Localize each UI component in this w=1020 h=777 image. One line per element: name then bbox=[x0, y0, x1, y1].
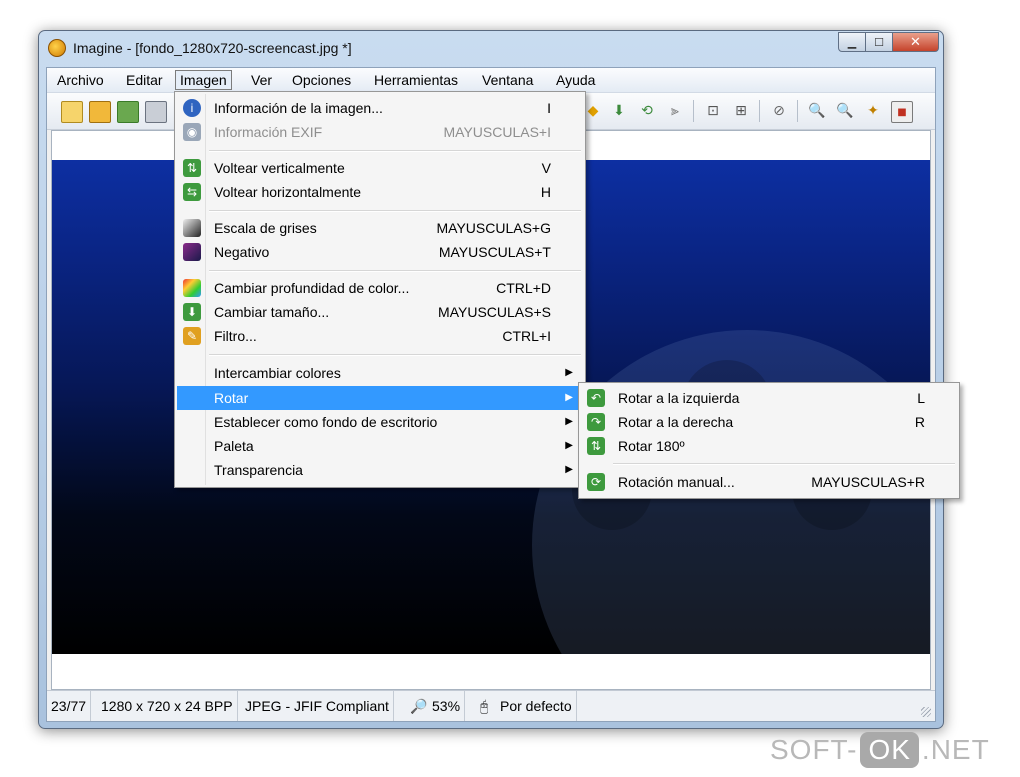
menu-herramientas[interactable]: Herramientas bbox=[370, 70, 462, 90]
zoom-window-icon[interactable]: ⊡ bbox=[703, 101, 723, 121]
menu-item-color-depth[interactable]: Cambiar profundidad de color... CTRL+D bbox=[177, 276, 583, 300]
menu-ver[interactable]: Ver bbox=[247, 70, 276, 90]
flip-horizontal-icon: ⇆ bbox=[183, 183, 201, 201]
open-folder-icon[interactable] bbox=[89, 101, 111, 123]
rotate-right-icon: ↷ bbox=[587, 413, 605, 431]
menu-item-filter[interactable]: ✎ Filtro... CTRL+I bbox=[177, 324, 583, 348]
toolbar-separator bbox=[693, 100, 694, 122]
flip-vertical-icon: ⇅ bbox=[183, 159, 201, 177]
rotate-180-icon: ⇅ bbox=[587, 437, 605, 455]
menu-item-rotate[interactable]: Rotar ▶ bbox=[177, 386, 583, 410]
resize-icon: ⬇ bbox=[183, 303, 201, 321]
camera-icon: ◉ bbox=[183, 123, 201, 141]
menu-item-set-wallpaper[interactable]: Establecer como fondo de escritorio ▶ bbox=[177, 410, 583, 434]
submenu-arrow-icon: ▶ bbox=[565, 367, 573, 378]
status-zoom-value: 53% bbox=[432, 698, 461, 714]
zoom-out-icon[interactable]: 🔍 bbox=[835, 101, 855, 121]
menu-item-flip-horizontal[interactable]: ⇆ Voltear horizontalmente H bbox=[177, 180, 583, 204]
menu-separator bbox=[209, 150, 581, 152]
magnifier-icon: 🔎 bbox=[410, 698, 428, 714]
status-bar: 23/77 1280 x 720 x 24 BPP JPEG - JFIF Co… bbox=[47, 690, 935, 721]
menu-bar: Archivo Editar Imagen Ver Opciones Herra… bbox=[47, 68, 935, 93]
watermark: SOFT- OK .NET bbox=[770, 730, 990, 770]
status-position: 23/77 bbox=[47, 691, 92, 721]
filter-icon: ✎ bbox=[183, 327, 201, 345]
menu-item-transparency[interactable]: Transparencia ▶ bbox=[177, 458, 583, 482]
filter-icon[interactable]: ⫸ bbox=[665, 101, 685, 121]
menu-separator bbox=[613, 463, 955, 465]
window-title: Imagine - [fondo_1280x720-screencast.jpg… bbox=[73, 40, 352, 56]
negative-icon bbox=[183, 243, 201, 261]
submenu-arrow-icon: ▶ bbox=[565, 464, 573, 475]
app-icon bbox=[48, 39, 66, 57]
status-mode: 🖰 Por defecto bbox=[470, 691, 577, 721]
grayscale-icon bbox=[183, 219, 201, 237]
menu-ayuda[interactable]: Ayuda bbox=[552, 70, 599, 90]
new-icon[interactable] bbox=[61, 101, 83, 123]
submenu-arrow-icon: ▶ bbox=[565, 440, 573, 451]
close-button[interactable]: ✕ bbox=[893, 32, 939, 52]
menu-item-resize[interactable]: ⬇ Cambiar tamaño... MAYUSCULAS+S bbox=[177, 300, 583, 324]
fit-window-icon[interactable]: ⊞ bbox=[731, 101, 751, 121]
rotate-submenu: ↶ Rotar a la izquierda L ↷ Rotar a la de… bbox=[578, 382, 960, 499]
status-dimensions: 1280 x 720 x 24 BPP bbox=[97, 691, 238, 721]
toolbar-separator bbox=[759, 100, 760, 122]
menu-item-image-info[interactable]: i Información de la imagen... I bbox=[177, 96, 583, 120]
menu-editar[interactable]: Editar bbox=[122, 70, 167, 90]
status-format: JPEG - JFIF Compliant bbox=[241, 691, 394, 721]
color-depth-icon bbox=[183, 279, 201, 297]
resize-icon[interactable]: ⬇ bbox=[609, 101, 629, 121]
settings-icon[interactable]: ■ bbox=[891, 101, 913, 123]
zoom-in-icon[interactable]: 🔍 bbox=[807, 101, 827, 121]
menu-separator bbox=[209, 210, 581, 212]
wand-icon[interactable]: ✦ bbox=[863, 101, 883, 121]
title-bar[interactable]: Imagine - [fondo_1280x720-screencast.jpg… bbox=[39, 31, 943, 67]
menu-separator bbox=[209, 354, 581, 356]
menu-item-exif-info[interactable]: ◉ Información EXIF MAYUSCULAS+I bbox=[177, 120, 583, 144]
color-icon[interactable]: ◆ bbox=[583, 101, 603, 121]
submenu-item-rotate-left[interactable]: ↶ Rotar a la izquierda L bbox=[581, 386, 957, 410]
submenu-arrow-icon: ▶ bbox=[565, 392, 573, 403]
menu-item-negative[interactable]: Negativo MAYUSCULAS+T bbox=[177, 240, 583, 264]
menu-separator bbox=[209, 270, 581, 272]
menu-item-grayscale[interactable]: Escala de grises MAYUSCULAS+G bbox=[177, 216, 583, 240]
resize-grip[interactable] bbox=[921, 707, 931, 717]
mouse-icon: 🖰 bbox=[480, 698, 489, 714]
status-zoom: 🔎 53% bbox=[404, 691, 466, 721]
submenu-item-rotate-right[interactable]: ↷ Rotar a la derecha R bbox=[581, 410, 957, 434]
print-icon[interactable] bbox=[145, 101, 167, 123]
rotate-manual-icon: ⟳ bbox=[587, 473, 605, 491]
slideshow-icon[interactable]: ⊘ bbox=[769, 101, 789, 121]
menu-item-swap-colors[interactable]: Intercambiar colores ▶ bbox=[177, 361, 583, 385]
info-icon: i bbox=[183, 99, 201, 117]
menu-item-flip-vertical[interactable]: ⇅ Voltear verticalmente V bbox=[177, 156, 583, 180]
save-icon[interactable] bbox=[117, 101, 139, 123]
menu-ventana[interactable]: Ventana bbox=[478, 70, 537, 90]
rotate-icon[interactable]: ⟲ bbox=[637, 101, 657, 121]
menu-archivo[interactable]: Archivo bbox=[53, 70, 108, 90]
rotate-left-icon: ↶ bbox=[587, 389, 605, 407]
maximize-button[interactable]: ☐ bbox=[866, 32, 893, 52]
menu-opciones[interactable]: Opciones bbox=[288, 70, 355, 90]
minimize-button[interactable]: ▁ bbox=[838, 32, 866, 52]
submenu-arrow-icon: ▶ bbox=[565, 416, 573, 427]
imagen-menu: i Información de la imagen... I ◉ Inform… bbox=[174, 91, 586, 488]
menu-item-palette[interactable]: Paleta ▶ bbox=[177, 434, 583, 458]
submenu-item-rotate-manual[interactable]: ⟳ Rotación manual... MAYUSCULAS+R bbox=[581, 470, 957, 494]
submenu-item-rotate-180[interactable]: ⇅ Rotar 180º bbox=[581, 434, 957, 458]
menu-imagen[interactable]: Imagen bbox=[175, 70, 232, 90]
status-mode-value: Por defecto bbox=[500, 698, 572, 714]
toolbar-separator bbox=[797, 100, 798, 122]
